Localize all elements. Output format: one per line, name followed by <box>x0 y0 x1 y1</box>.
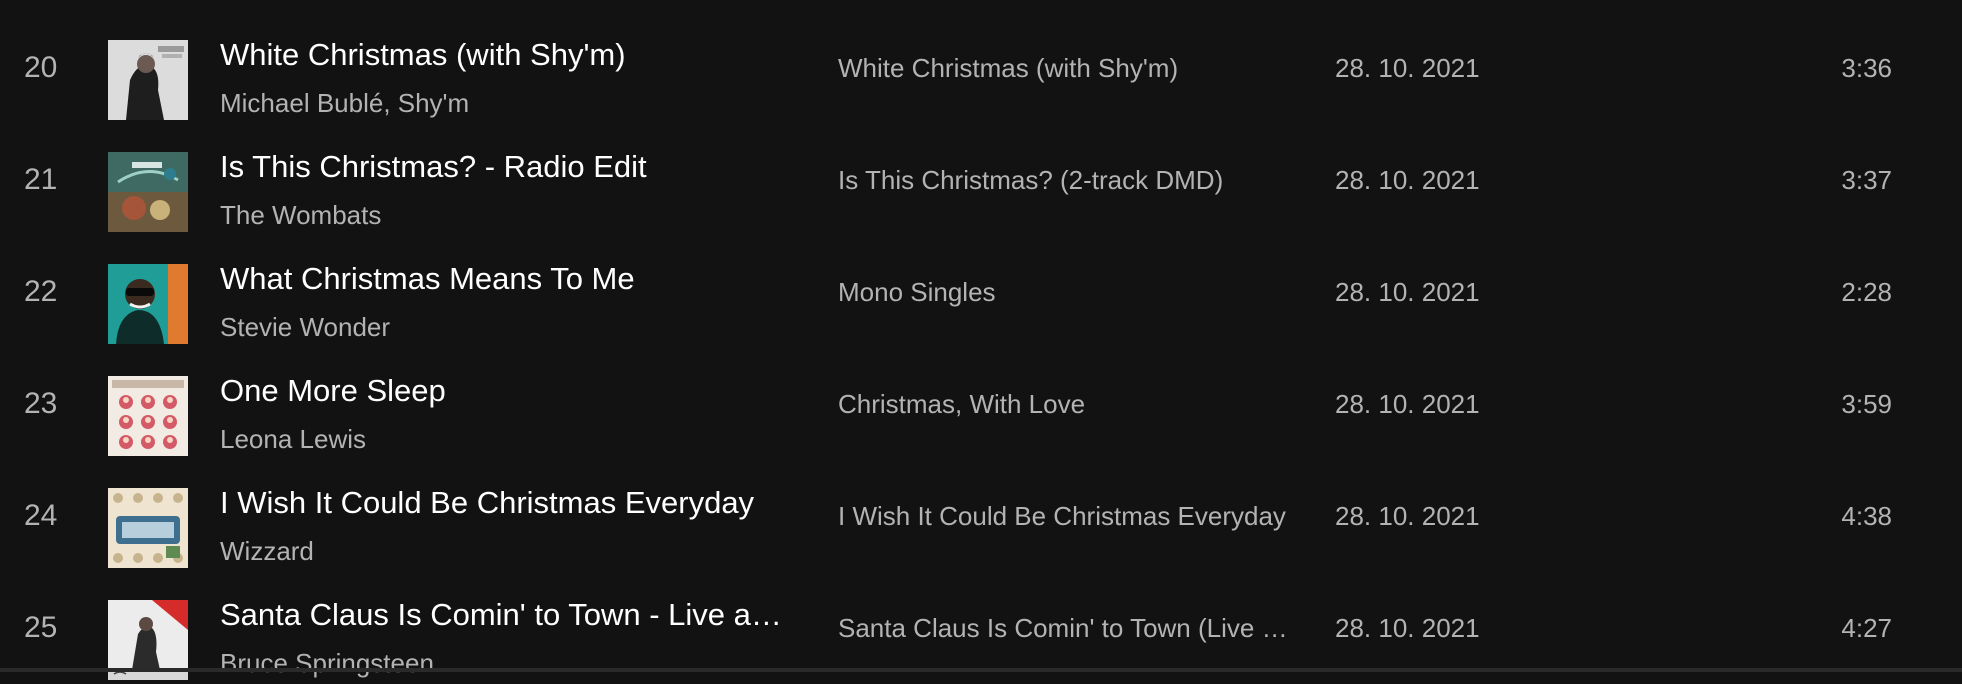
track-title[interactable]: What Christmas Means To Me <box>220 260 790 298</box>
track-row[interactable]: 21 Is This Christmas? - Radio Edit The W… <box>0 124 1962 236</box>
track-title[interactable]: I Wish It Could Be Christmas Everyday <box>220 484 790 522</box>
track-number: 24 <box>24 499 58 532</box>
track-duration: 3:36 <box>1841 53 1892 83</box>
track-row[interactable]: 23 One More Sleep Leona Lewis Christmas,… <box>0 348 1962 460</box>
album-cover[interactable] <box>108 488 188 568</box>
track-album[interactable]: White Christmas (with Shy'm) <box>838 12 1300 124</box>
track-row[interactable]: 24 I Wish It Could Be Christmas Everyday… <box>0 460 1962 572</box>
track-album[interactable]: Is This Christmas? (2-track DMD) <box>838 124 1300 236</box>
tracklist: 20 White Christmas (with Shy'm) Michael … <box>0 0 1962 680</box>
track-duration: 3:37 <box>1841 165 1892 195</box>
track-duration: 2:28 <box>1841 277 1892 307</box>
track-row[interactable]: 20 White Christmas (with Shy'm) Michael … <box>0 12 1962 124</box>
track-number: 22 <box>24 275 58 308</box>
album-cover-image <box>108 488 188 568</box>
track-number: 21 <box>24 163 58 196</box>
track-date-added: 28. 10. 2021 <box>1335 53 1480 83</box>
track-number: 23 <box>24 387 58 420</box>
track-artist[interactable]: Bruce Springsteen <box>220 647 790 679</box>
track-artist[interactable]: Stevie Wonder <box>220 311 790 343</box>
track-album[interactable]: I Wish It Could Be Christmas Everyday <box>838 460 1300 572</box>
track-album[interactable]: Christmas, With Love <box>838 348 1300 460</box>
track-artist[interactable]: Michael Bublé, Shy'm <box>220 87 790 119</box>
track-duration: 3:59 <box>1841 389 1892 419</box>
album-cover[interactable] <box>108 264 188 344</box>
track-row[interactable]: 22 What Christmas Means To Me Stevie Won… <box>0 236 1962 348</box>
track-artist[interactable]: The Wombats <box>220 199 790 231</box>
album-cover-image <box>108 376 188 456</box>
list-bottom-divider <box>0 668 1962 672</box>
track-number: 20 <box>24 51 58 84</box>
album-cover-image <box>108 264 188 344</box>
album-cover-image <box>108 152 188 232</box>
album-cover[interactable] <box>108 376 188 456</box>
album-cover[interactable] <box>108 40 188 120</box>
track-title[interactable]: Is This Christmas? - Radio Edit <box>220 148 790 186</box>
album-cover[interactable] <box>108 152 188 232</box>
track-album[interactable]: Mono Singles <box>838 236 1300 348</box>
album-cover-image <box>108 40 188 120</box>
track-date-added: 28. 10. 2021 <box>1335 501 1480 531</box>
track-artist[interactable]: Wizzard <box>220 535 790 567</box>
track-artist[interactable]: Leona Lewis <box>220 423 790 455</box>
track-title[interactable]: Santa Claus Is Comin' to Town - Live at … <box>220 596 790 634</box>
track-date-added: 28. 10. 2021 <box>1335 389 1480 419</box>
track-duration: 4:38 <box>1841 501 1892 531</box>
track-date-added: 28. 10. 2021 <box>1335 165 1480 195</box>
track-date-added: 28. 10. 2021 <box>1335 277 1480 307</box>
track-title[interactable]: One More Sleep <box>220 372 790 410</box>
track-title[interactable]: White Christmas (with Shy'm) <box>220 36 790 74</box>
